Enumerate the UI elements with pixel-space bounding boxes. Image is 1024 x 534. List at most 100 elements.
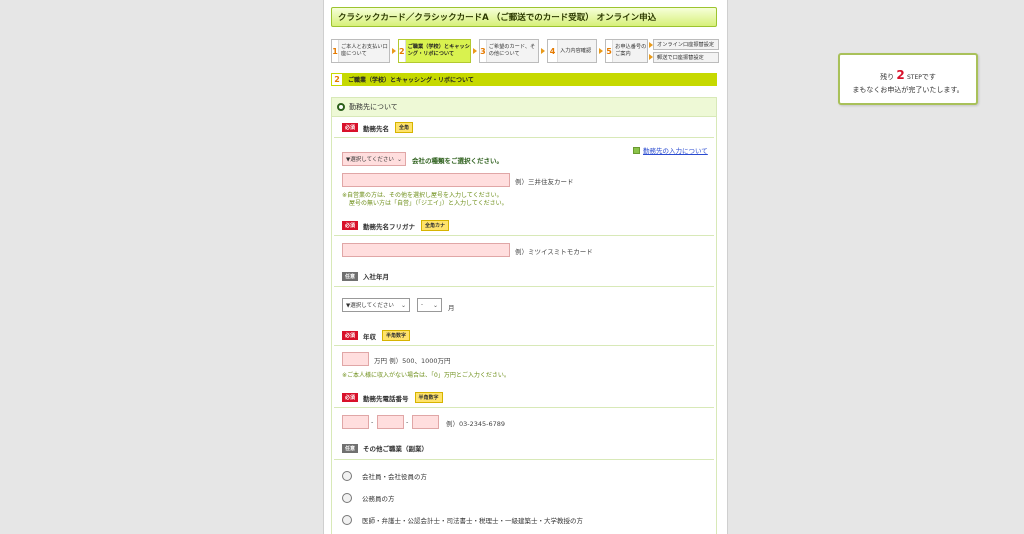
- option-label: 公務員の方: [362, 495, 395, 503]
- divider: [334, 137, 714, 138]
- step-sub-option-mail: 郵送で口座振替設定: [653, 52, 719, 63]
- step-arrow-icon: [392, 48, 396, 54]
- remaining-suffix: です: [921, 73, 936, 81]
- join-year-select[interactable]: ▼選択してください ⌄: [342, 298, 410, 312]
- step-label: 入力内容確認: [560, 47, 592, 54]
- remaining-prefix: 残り: [880, 73, 895, 81]
- step-arrow-icon: [599, 48, 603, 54]
- divider: [334, 345, 714, 346]
- bullet-circle-icon: [337, 103, 345, 111]
- completion-message: まもなくお申込が完了いたします。: [852, 86, 964, 94]
- divider: [334, 235, 714, 236]
- section-header: 2 ご職業（学校）とキャッシング・リボについて: [331, 73, 717, 86]
- step-number: 3: [480, 40, 487, 62]
- phone-separator: -: [406, 418, 409, 426]
- input-type-badge: 全角: [395, 122, 414, 133]
- phone-label: 必須 勤務先電話番号 半角数字: [342, 392, 443, 403]
- step-number: 2: [399, 40, 406, 62]
- form-group-title: 勤務先について: [349, 103, 398, 111]
- required-badge: 必須: [342, 123, 359, 132]
- phone-middle-input[interactable]: [377, 415, 404, 429]
- optional-badge: 任意: [342, 443, 359, 453]
- step-label: ご希望のカード、その他について: [488, 44, 536, 57]
- other-job-label: 任意 その他ご職業（副業）: [342, 443, 428, 453]
- step-2: 2 ご職業（学校）とキャッシング・リボについて: [398, 39, 471, 63]
- square-bullet-icon: [633, 146, 640, 154]
- company-kana-input[interactable]: [342, 243, 510, 257]
- required-badge: 必須: [342, 331, 359, 340]
- step-label: ご本人とお支払い口座について: [340, 44, 388, 57]
- remaining-steps-panel: 残り 2 STEPです まもなくお申込が完了いたします。: [838, 53, 978, 105]
- chevron-down-icon: ⌄: [432, 302, 438, 309]
- other-job-option-employee[interactable]: 会社員・会社役員の方: [342, 471, 427, 481]
- company-name-input[interactable]: [342, 173, 510, 187]
- divider: [334, 286, 714, 287]
- page-title: クラシックカード／クラシックカードA （ご郵送でのカード受取） オンライン申込: [331, 7, 717, 27]
- step-5: 5 お申込番号のご案内: [605, 39, 648, 63]
- phone-last-input[interactable]: [412, 415, 439, 429]
- help-link-text: 勤務先の入力について: [643, 147, 708, 155]
- company-type-prompt: 会社の種類をご選択ください。: [412, 157, 503, 165]
- input-type-badge: 半角数字: [414, 392, 443, 403]
- field-label-text: 勤務先名: [363, 124, 390, 133]
- step-arrow-icon: [473, 48, 477, 54]
- radio-button-icon[interactable]: [342, 493, 352, 503]
- form-group-header: 勤務先について: [332, 98, 716, 117]
- step-3: 3 ご希望のカード、その他について: [479, 39, 539, 63]
- section-title: ご職業（学校）とキャッシング・リボについて: [348, 77, 474, 84]
- step-number: 5: [606, 40, 614, 62]
- section-number: 2: [331, 73, 343, 86]
- income-example: 万円 例）500、1000万円: [374, 357, 451, 365]
- step-4: 4 入力内容確認: [547, 39, 597, 63]
- step-label: お申込番号のご案内: [615, 44, 647, 57]
- join-date-label: 任意 入社年月: [342, 271, 389, 281]
- required-badge: 必須: [342, 221, 359, 230]
- divider: [334, 459, 714, 460]
- join-month-select[interactable]: - ⌄: [417, 298, 442, 312]
- select-value: ▼選択してください: [346, 303, 394, 309]
- divider: [334, 407, 714, 408]
- field-label-text: その他ご職業（副業）: [363, 445, 429, 453]
- company-name-label: 必須 勤務先名 全角: [342, 122, 414, 133]
- company-type-select[interactable]: ▼選択してください ⌄: [342, 152, 406, 166]
- field-label-text: 勤務先名フリガナ: [363, 222, 416, 231]
- remaining-count: 2: [896, 68, 905, 82]
- income-note: ※ご本人様に収入がない場合は、「0」万円とご入力ください。: [342, 372, 510, 379]
- other-job-option-civil-servant[interactable]: 公務員の方: [342, 493, 395, 503]
- optional-badge: 任意: [342, 271, 359, 281]
- input-type-badge: 全角カナ: [421, 220, 450, 231]
- option-label: 会社員・会社役員の方: [362, 473, 427, 481]
- remaining-step-word: STEP: [906, 74, 922, 81]
- step-arrow-icon: [541, 48, 545, 54]
- chevron-down-icon: ⌄: [396, 156, 402, 163]
- radio-button-icon[interactable]: [342, 471, 352, 481]
- company-name-note-2: 屋号の無い方は「自営」（「ジエイ」）と入力してください。: [349, 200, 508, 207]
- step-indicator: 1 ご本人とお支払い口座について 2 ご職業（学校）とキャッシング・リボについて…: [331, 39, 719, 63]
- company-name-note: ※自営業の方は、その他を選択し屋号を入力してください。: [342, 192, 503, 199]
- select-value: ▼選択してください: [346, 157, 394, 163]
- income-input[interactable]: [342, 352, 369, 366]
- company-name-example: 例）三井住友カード: [515, 178, 574, 186]
- option-label: 医師・弁護士・公認会計士・司法書士・税理士・一級建築士・大学教授の方: [362, 517, 583, 525]
- step-number: 1: [332, 40, 339, 62]
- required-badge: 必須: [342, 393, 359, 402]
- step-number: 4: [548, 40, 558, 62]
- month-unit: 月: [448, 304, 455, 312]
- chevron-down-icon: ⌄: [400, 302, 406, 309]
- field-label-text: 入社年月: [363, 273, 390, 281]
- other-job-option-professional[interactable]: 医師・弁護士・公認会計士・司法書士・税理士・一級建築士・大学教授の方: [342, 515, 583, 525]
- step-1: 1 ご本人とお支払い口座について: [331, 39, 390, 63]
- input-type-badge: 半角数字: [382, 330, 411, 341]
- phone-example: 例）03-2345-6789: [446, 420, 506, 428]
- radio-button-icon[interactable]: [342, 515, 352, 525]
- field-label-text: 年収: [363, 332, 377, 341]
- employment-form: 勤務先について 必須 勤務先名 全角 勤務先の入力について ▼選択してください …: [331, 97, 717, 534]
- main-page: クラシックカード／クラシックカードA （ご郵送でのカード受取） オンライン申込 …: [323, 0, 728, 534]
- phone-area-input[interactable]: [342, 415, 369, 429]
- select-value: -: [421, 302, 423, 308]
- help-link[interactable]: 勤務先の入力について: [633, 145, 708, 155]
- step-label: ご職業（学校）とキャッシング・リボについて: [407, 44, 470, 57]
- field-label-text: 勤務先電話番号: [363, 394, 409, 403]
- company-kana-example: 例）ミツイスミトモカード: [515, 248, 593, 256]
- step-sub-option-online: オンライン口座振替設定: [653, 39, 719, 50]
